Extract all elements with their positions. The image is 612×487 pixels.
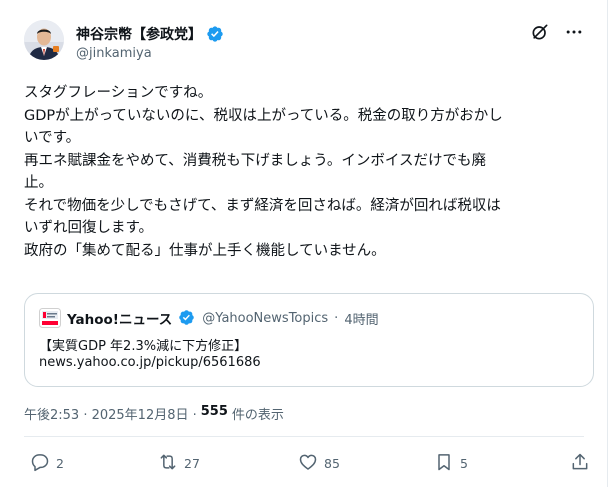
bookmark-icon xyxy=(434,452,454,475)
verified-badge-icon xyxy=(178,309,196,327)
divider xyxy=(24,436,584,437)
author-handle[interactable]: @jinkamiya xyxy=(76,46,152,61)
tweet-line: 政府の「集めて配る」仕事が上手く機能していません。 xyxy=(24,242,386,259)
quoted-separator: · xyxy=(334,310,339,326)
more-icon[interactable] xyxy=(564,22,584,42)
verified-badge-icon xyxy=(206,25,224,43)
reply-button[interactable]: 2 xyxy=(30,452,64,475)
tweet-line: スタグフレーションですね。 xyxy=(24,85,213,101)
tweet-meta: 午後2:53 · 2025年12月8日 · 555 件の表示 xyxy=(24,404,284,423)
tweet-line: それで物価を少しでもさげて、まず経済を回さねば。経済が回れば税収は xyxy=(24,197,501,214)
action-bar: 2 27 85 5 xyxy=(24,452,590,478)
quoted-time: 4時間 xyxy=(344,312,379,328)
bookmark-count: 5 xyxy=(460,456,468,471)
tweet-card: 神谷宗幣【参政党】 @jinkamiya スタグフレーションですね。 GDPが上… xyxy=(0,0,608,487)
author-name-row: 神谷宗幣【参政党】 xyxy=(76,24,224,44)
grok-icon[interactable] xyxy=(530,22,550,42)
repost-icon xyxy=(158,452,178,475)
tweet-line: GDPが上がっていないのに、税収は上がっている。税金の取り方がおかし xyxy=(24,107,503,124)
tweet-line: 止。 xyxy=(24,175,53,191)
views-label: 件の表示 xyxy=(231,408,284,423)
reply-count: 2 xyxy=(56,456,64,471)
tweet-timestamp[interactable]: 午後2:53 · 2025年12月8日 · xyxy=(24,404,197,423)
tweet-line: いです。 xyxy=(24,130,81,146)
yahoo-news-logo-icon xyxy=(39,308,61,328)
heart-icon xyxy=(298,452,318,475)
repost-button[interactable]: 27 xyxy=(158,452,200,475)
views-count: 555 xyxy=(200,404,228,419)
tweet-line: 再エネ賦課金をやめて、消費税も下げましょう。インボイスだけでも廃 xyxy=(24,152,486,169)
like-button[interactable]: 85 xyxy=(298,452,340,475)
quoted-headline: 【実質GDP 年2.3%減に下方修正】 xyxy=(39,339,248,354)
tweet-header: 神谷宗幣【参政党】 @jinkamiya xyxy=(24,20,584,68)
share-button[interactable] xyxy=(570,452,590,475)
quoted-author-handle: @YahooNewsTopics xyxy=(202,310,329,326)
avatar[interactable] xyxy=(24,20,64,60)
tweet-line: いずれ回復します。 xyxy=(24,220,154,236)
like-count: 85 xyxy=(324,456,340,471)
quoted-tweet[interactable]: Yahoo!ニュース @YahooNewsTopics · 4時間 【実質GDP… xyxy=(24,293,594,387)
reply-icon xyxy=(30,452,50,475)
share-icon xyxy=(570,452,590,475)
tweet-text: スタグフレーションですね。 GDPが上がっていないのに、税収は上がっている。税金… xyxy=(24,82,596,262)
author-display-name[interactable]: 神谷宗幣【参政党】 xyxy=(76,24,202,44)
repost-count: 27 xyxy=(184,456,200,471)
quoted-tweet-header: Yahoo!ニュース @YahooNewsTopics · 4時間 xyxy=(39,308,379,328)
bookmark-button[interactable]: 5 xyxy=(434,452,468,475)
quoted-author-name: Yahoo!ニュース xyxy=(67,312,173,328)
quoted-link[interactable]: news.yahoo.co.jp/pickup/6561686 xyxy=(39,355,261,370)
